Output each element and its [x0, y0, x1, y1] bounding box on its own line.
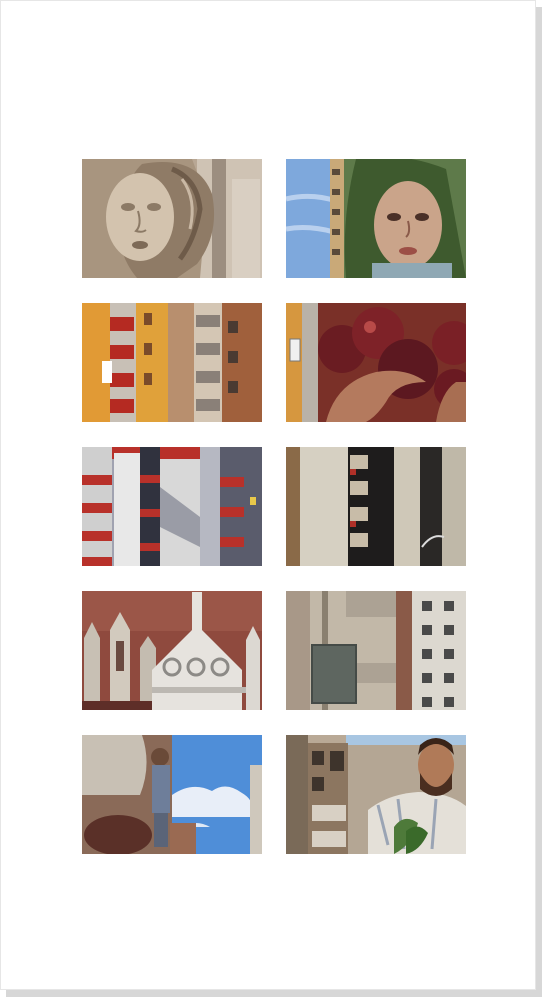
photo-beige-tower-dark-windows — [286, 447, 466, 566]
photo-mural-bearded-man-building — [286, 735, 466, 854]
photo-grey-high-rise-with-sign — [286, 591, 466, 710]
photo-image — [82, 447, 262, 566]
photo-mural-woman-face — [286, 159, 466, 278]
photo-image — [286, 735, 466, 854]
photo-red-balcony-tower-block — [82, 447, 262, 566]
photo-image — [82, 303, 262, 422]
photo-gothic-white-facade-red-wall — [82, 591, 262, 710]
photo-baroque-sculpted-face — [82, 159, 262, 278]
photo-image — [286, 591, 466, 710]
photo-orange-apartment-blocks — [82, 303, 262, 422]
photo-mural-hands-red-apples — [286, 303, 466, 422]
photo-image — [82, 159, 262, 278]
photo-image — [286, 303, 466, 422]
photo-image — [82, 591, 262, 710]
photo-image — [286, 159, 466, 278]
photo-grid — [82, 159, 467, 856]
poster-sheet — [0, 0, 536, 990]
photo-image — [82, 735, 262, 854]
photo-image — [286, 447, 466, 566]
photo-mural-figure-and-blue-sky — [82, 735, 262, 854]
